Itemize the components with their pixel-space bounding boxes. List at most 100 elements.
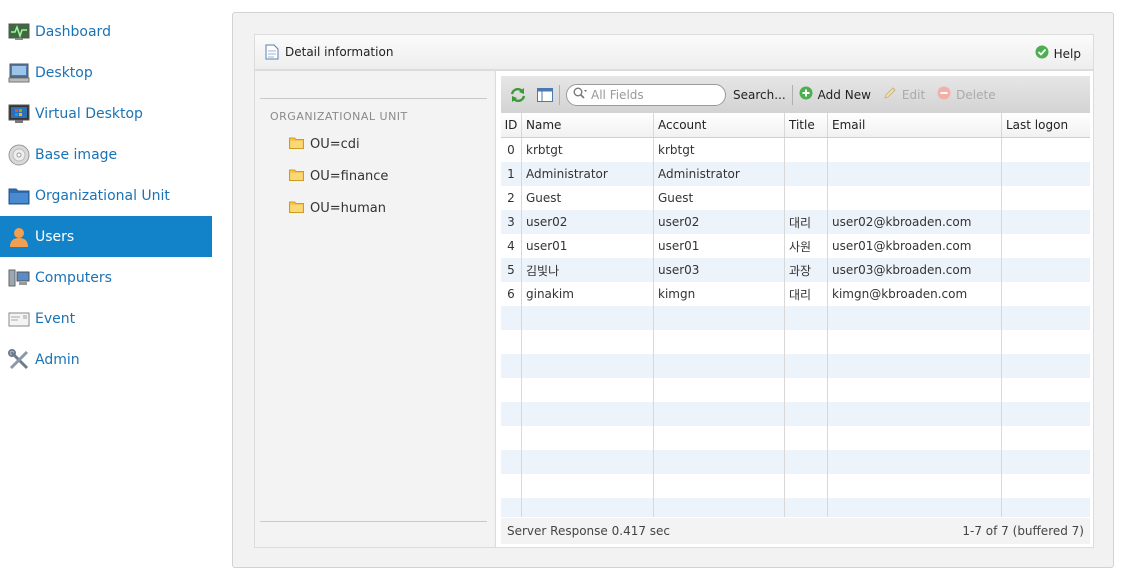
cell-name <box>522 354 654 378</box>
table-row[interactable]: 3 user02 user02 대리 user02@kbroaden.com <box>501 210 1090 234</box>
table-row[interactable]: 2 Guest Guest <box>501 186 1090 210</box>
sidebar-item-event[interactable]: Event <box>0 298 212 339</box>
edit-button[interactable]: Edit <box>883 86 925 103</box>
add-new-label: Add New <box>817 87 871 102</box>
cell-id: 2 <box>501 186 522 210</box>
cell-title <box>785 306 828 330</box>
cell-last-logon <box>1002 186 1090 210</box>
sidebar-item-computers[interactable]: Computers <box>0 257 212 298</box>
computers-icon <box>7 266 31 290</box>
ou-item-finance[interactable]: OU=finance <box>289 169 388 184</box>
column-header-email[interactable]: Email <box>828 113 1002 137</box>
cell-id: 6 <box>501 282 522 306</box>
sidebar-item-dashboard[interactable]: Dashboard <box>0 11 212 52</box>
table-row[interactable]: 1 Administrator Administrator <box>501 162 1090 186</box>
dashboard-monitor-icon <box>7 20 31 44</box>
cell-name: user01 <box>522 234 654 258</box>
delete-label: Delete <box>956 87 996 102</box>
sidebar-item-desktop[interactable]: Desktop <box>0 52 212 93</box>
cell-email <box>828 306 1002 330</box>
cell-id: 4 <box>501 234 522 258</box>
cell-last-logon <box>1002 210 1090 234</box>
help-button[interactable]: Help <box>1035 45 1081 62</box>
cell-name <box>522 498 654 517</box>
search-button[interactable]: Search... <box>733 88 786 102</box>
ou-item-human[interactable]: OU=human <box>289 201 386 216</box>
cell-title <box>785 426 828 450</box>
cell-email <box>828 426 1002 450</box>
cell-email <box>828 378 1002 402</box>
cell-email <box>828 402 1002 426</box>
column-header-name[interactable]: Name <box>522 113 654 137</box>
column-header-account[interactable]: Account <box>654 113 785 137</box>
cell-last-logon <box>1002 498 1090 517</box>
virtual-desktop-icon <box>7 102 31 126</box>
server-response-text: Server Response 0.417 sec <box>507 524 671 538</box>
search-box[interactable] <box>566 83 726 106</box>
cell-account <box>654 306 785 330</box>
sidebar-item-label: Base image <box>35 146 118 163</box>
empty-table-row <box>501 402 1090 426</box>
cell-id <box>501 306 522 330</box>
cell-email: user01@kbroaden.com <box>828 234 1002 258</box>
table-row[interactable]: 0 krbtgt krbtgt <box>501 138 1090 162</box>
cell-name: ginakim <box>522 282 654 306</box>
column-header-title[interactable]: Title <box>785 113 828 137</box>
sidebar-item-base-image[interactable]: Base image <box>0 134 212 175</box>
add-new-button[interactable]: Add New <box>799 86 871 103</box>
cell-name <box>522 474 654 498</box>
cell-account <box>654 450 785 474</box>
cell-account <box>654 474 785 498</box>
main-panel: Detail information Help ORGANIZATIONAL U… <box>232 12 1114 568</box>
divider <box>260 98 487 99</box>
columns-toggle-icon[interactable] <box>537 87 553 102</box>
sidebar-item-virtual-desktop[interactable]: Virtual Desktop <box>0 93 212 134</box>
delete-icon <box>937 86 951 103</box>
cell-title <box>785 402 828 426</box>
cell-id <box>501 426 522 450</box>
sidebar-item-organizational-unit[interactable]: Organizational Unit <box>0 175 212 216</box>
table-row[interactable]: 6 ginakim kimgn 대리 kimgn@kbroaden.com <box>501 282 1090 306</box>
cell-name <box>522 378 654 402</box>
sidebar-item-label: Users <box>35 228 75 245</box>
cell-id <box>501 378 522 402</box>
empty-table-row <box>501 306 1090 330</box>
tools-icon <box>7 348 31 372</box>
grid-footer: Server Response 0.417 sec 1-7 of 7 (buff… <box>501 518 1090 544</box>
cell-email <box>828 162 1002 186</box>
cell-email <box>828 354 1002 378</box>
help-label: Help <box>1053 46 1081 61</box>
folder-icon <box>289 169 304 184</box>
toolbar-separator <box>791 84 793 105</box>
cell-name: Guest <box>522 186 654 210</box>
refresh-icon[interactable] <box>509 86 527 104</box>
table-row[interactable]: 5 김빛나 user03 과장 user03@kbroaden.com <box>501 258 1090 282</box>
cell-last-logon <box>1002 450 1090 474</box>
column-header-id[interactable]: ID <box>501 113 522 137</box>
column-header-last-logon[interactable]: Last logon <box>1002 113 1090 137</box>
sidebar-item-admin[interactable]: Admin <box>0 339 212 380</box>
folder-icon <box>289 137 304 152</box>
cell-title <box>785 186 828 210</box>
cell-id <box>501 450 522 474</box>
cell-account: krbtgt <box>654 138 785 162</box>
cell-email: user03@kbroaden.com <box>828 258 1002 282</box>
cell-last-logon <box>1002 402 1090 426</box>
detail-title: Detail information <box>285 45 394 59</box>
sidebar-item-users[interactable]: Users <box>0 216 212 257</box>
cell-account <box>654 354 785 378</box>
cell-account: Administrator <box>654 162 785 186</box>
cell-name <box>522 426 654 450</box>
table-row[interactable]: 4 user01 user01 사원 user01@kbroaden.com <box>501 234 1090 258</box>
cell-last-logon <box>1002 234 1090 258</box>
sidebar-item-label: Virtual Desktop <box>35 105 143 122</box>
ou-item-cdi[interactable]: OU=cdi <box>289 137 360 152</box>
search-input[interactable] <box>591 87 711 102</box>
edit-label: Edit <box>901 87 926 102</box>
paging-text: 1-7 of 7 (buffered 7) <box>962 524 1084 538</box>
cell-email <box>828 450 1002 474</box>
pencil-icon <box>883 86 897 103</box>
delete-button[interactable]: Delete <box>937 86 996 103</box>
cell-account <box>654 498 785 517</box>
empty-table-row <box>501 474 1090 498</box>
